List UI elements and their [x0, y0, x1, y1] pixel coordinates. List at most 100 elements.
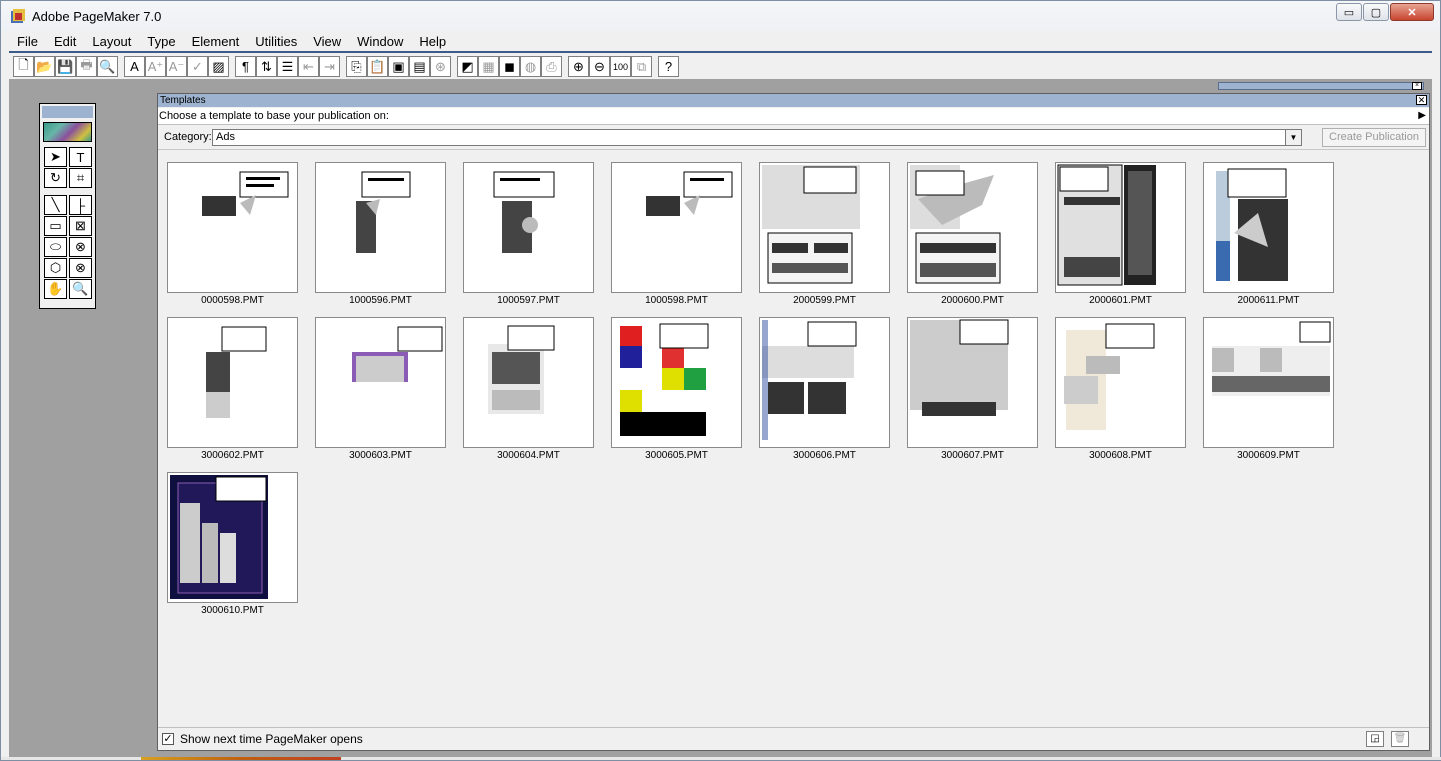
zoom-tool-icon[interactable]: 🔍	[69, 279, 92, 299]
menu-type[interactable]: Type	[139, 32, 183, 51]
indent-left-icon[interactable]: ⇤	[298, 56, 319, 77]
template-item[interactable]: 2000601.PMT	[1055, 162, 1187, 312]
pointer-tool-icon[interactable]: ➤	[44, 147, 67, 167]
palette-close-icon[interactable]: ×	[1412, 82, 1422, 90]
chevron-down-icon[interactable]: ▼	[1285, 130, 1301, 145]
menu-file[interactable]: File	[9, 32, 46, 51]
template-item[interactable]: 3000610.PMT	[167, 472, 299, 622]
globe-icon[interactable]: ◍	[520, 56, 541, 77]
template-thumbnail[interactable]	[1055, 317, 1186, 448]
hand-tool-icon[interactable]: ✋	[44, 279, 67, 299]
print-icon[interactable]: 🖶	[76, 56, 97, 77]
menu-utilities[interactable]: Utilities	[247, 32, 305, 51]
zoom-in-icon[interactable]: ⊕	[568, 56, 589, 77]
template-thumbnail[interactable]	[1203, 162, 1334, 293]
character-specs-icon[interactable]: A	[124, 56, 145, 77]
minimize-button[interactable]: ▭	[1336, 3, 1362, 21]
text-flow-icon[interactable]: ⇅	[256, 56, 277, 77]
polygon-frame-tool-icon[interactable]: ⊗	[69, 258, 92, 278]
frame-icon[interactable]: ▣	[388, 56, 409, 77]
save-icon[interactable]: 💾	[55, 56, 76, 77]
story-editor-icon[interactable]: ▤	[409, 56, 430, 77]
ellipse-tool-icon[interactable]: ⬭	[44, 237, 67, 257]
toolbox-title-bar[interactable]	[42, 106, 93, 118]
menu-edit[interactable]: Edit	[46, 32, 84, 51]
indent-right-icon[interactable]: ⇥	[319, 56, 340, 77]
template-item[interactable]: 1000597.PMT	[463, 162, 595, 312]
templates-panel-title[interactable]: Templates	[158, 94, 1429, 107]
template-thumbnail[interactable]	[759, 317, 890, 448]
spelling-icon[interactable]: ✓	[187, 56, 208, 77]
help-icon[interactable]: ?	[658, 56, 679, 77]
template-item[interactable]: 3000609.PMT	[1203, 317, 1335, 467]
maximize-button[interactable]: ▢	[1363, 3, 1389, 21]
actual-size-icon[interactable]: 100	[610, 56, 631, 77]
template-thumbnail[interactable]	[167, 162, 298, 293]
template-item[interactable]: 3000606.PMT	[759, 317, 891, 467]
template-thumbnail[interactable]	[907, 317, 1038, 448]
template-thumbnail[interactable]	[167, 317, 298, 448]
category-select[interactable]: Ads ▼	[212, 129, 1302, 146]
pdf-icon[interactable]: ⎙	[541, 56, 562, 77]
template-item[interactable]: 3000607.PMT	[907, 317, 1039, 467]
ellipse-frame-tool-icon[interactable]: ⊗	[69, 237, 92, 257]
rectangle-frame-tool-icon[interactable]: ⊠	[69, 216, 92, 236]
bullets-icon[interactable]: ☰	[277, 56, 298, 77]
template-thumbnail[interactable]	[315, 162, 446, 293]
template-item[interactable]: 1000598.PMT	[611, 162, 743, 312]
close-button[interactable]: ✕	[1390, 3, 1434, 21]
menu-window[interactable]: Window	[349, 32, 411, 51]
color-palette-icon[interactable]: ◩	[457, 56, 478, 77]
template-item[interactable]: 3000602.PMT	[167, 317, 299, 467]
template-thumbnail[interactable]	[759, 162, 890, 293]
template-item[interactable]: 2000599.PMT	[759, 162, 891, 312]
trash-icon[interactable]: 🗑	[1391, 731, 1409, 747]
template-thumbnail[interactable]	[907, 162, 1038, 293]
fill-icon[interactable]: ▨	[208, 56, 229, 77]
photo-icon[interactable]: ◼	[499, 56, 520, 77]
new-document-icon[interactable]: 🗋	[13, 56, 34, 77]
menu-help[interactable]: Help	[411, 32, 454, 51]
constrained-line-tool-icon[interactable]: ├	[69, 195, 92, 215]
template-item[interactable]: 1000596.PMT	[315, 162, 447, 312]
template-thumbnail[interactable]	[315, 317, 446, 448]
template-item[interactable]: 3000604.PMT	[463, 317, 595, 467]
show-next-time-checkbox[interactable]: ✓	[162, 733, 174, 745]
template-thumbnail[interactable]	[1055, 162, 1186, 293]
template-thumbnail[interactable]	[611, 317, 742, 448]
text-tool-icon[interactable]: T	[69, 147, 92, 167]
menu-layout[interactable]: Layout	[84, 32, 139, 51]
template-thumbnail[interactable]	[463, 317, 594, 448]
zoom-out-icon[interactable]: ⊖	[589, 56, 610, 77]
paste-icon[interactable]: 📋	[367, 56, 388, 77]
template-item[interactable]: 3000608.PMT	[1055, 317, 1187, 467]
paragraph-icon[interactable]: ¶	[235, 56, 256, 77]
template-thumbnail[interactable]	[611, 162, 742, 293]
rotate-tool-icon[interactable]: ↻	[44, 168, 67, 188]
link-icon[interactable]: ⊛	[430, 56, 451, 77]
fit-page-icon[interactable]: ⧉	[631, 56, 652, 77]
crop-tool-icon[interactable]: ⌗	[69, 168, 92, 188]
polygon-tool-icon[interactable]: ⬡	[44, 258, 67, 278]
template-item[interactable]: 2000611.PMT	[1203, 162, 1335, 312]
menu-element[interactable]: Element	[184, 32, 248, 51]
template-item[interactable]: 0000598.PMT	[167, 162, 299, 312]
find-icon[interactable]: 🔍	[97, 56, 118, 77]
copy-icon[interactable]: ⎘	[346, 56, 367, 77]
collapsed-palette-bar[interactable]: ×	[1218, 82, 1424, 90]
open-folder-icon[interactable]: 📂	[34, 56, 55, 77]
font-size-down-icon[interactable]: A⁻	[166, 56, 187, 77]
template-item[interactable]: 3000605.PMT	[611, 317, 743, 467]
template-item[interactable]: 3000603.PMT	[315, 317, 447, 467]
menu-view[interactable]: View	[305, 32, 349, 51]
font-size-up-icon[interactable]: A⁺	[145, 56, 166, 77]
templates-close-button[interactable]: ✕	[1416, 95, 1427, 105]
template-thumbnail[interactable]	[1203, 317, 1334, 448]
template-thumbnail[interactable]	[463, 162, 594, 293]
panel-menu-arrow-icon[interactable]: ▶	[1418, 110, 1426, 121]
new-folder-icon[interactable]: ◲	[1366, 731, 1384, 747]
rectangle-tool-icon[interactable]: ▭	[44, 216, 67, 236]
create-publication-button[interactable]: Create Publication	[1322, 128, 1426, 147]
image-icon[interactable]: ▦	[478, 56, 499, 77]
toolbox-color-swatch[interactable]	[43, 122, 92, 142]
